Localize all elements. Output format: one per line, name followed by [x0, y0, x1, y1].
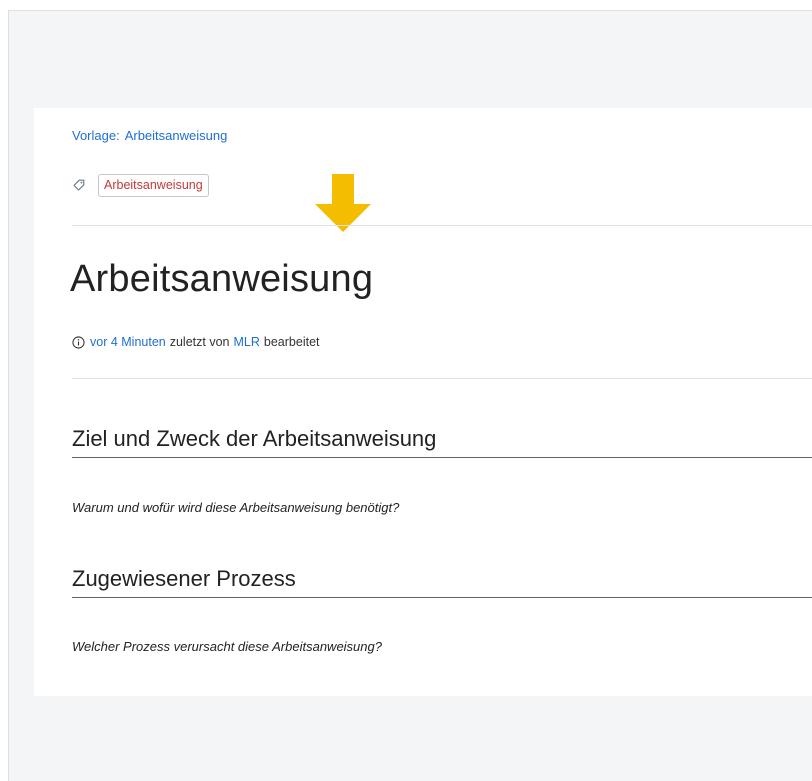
template-link[interactable]: Arbeitsanweisung — [125, 128, 228, 143]
section-heading: Zugewiesener Prozess — [72, 566, 812, 598]
metadata-suffix: bearbeitet — [263, 335, 320, 349]
section-description: Welcher Prozess verursacht diese Arbeits… — [72, 639, 382, 654]
page-metadata: vor 4 Minuten zuletzt von MLR bearbeitet — [72, 335, 320, 349]
info-icon[interactable] — [72, 335, 85, 349]
metadata-text: zuletzt von — [169, 335, 230, 349]
last-edited-time-link[interactable]: vor 4 Minuten — [90, 335, 166, 349]
section-heading: Ziel und Zweck der Arbeitsanweisung — [72, 426, 812, 458]
template-prefix: Vorlage: — [72, 128, 120, 143]
page-title: Arbeitsanweisung — [70, 258, 374, 300]
page-content: Vorlage: Arbeitsanweisung Arbeitsanweisun… — [34, 108, 812, 696]
screen: { "template": { "label": "Vorlage:", "li… — [0, 0, 812, 781]
author-link[interactable]: MLR — [234, 335, 260, 349]
section-description: Warum und wofür wird diese Arbeitsanweis… — [72, 500, 400, 515]
divider — [72, 378, 812, 379]
divider — [72, 225, 812, 226]
template-line: Vorlage: Arbeitsanweisung — [72, 128, 227, 143]
labels-row: Arbeitsanweisung — [72, 173, 209, 197]
label-badge[interactable]: Arbeitsanweisung — [98, 173, 209, 197]
tag-icon — [73, 179, 85, 191]
